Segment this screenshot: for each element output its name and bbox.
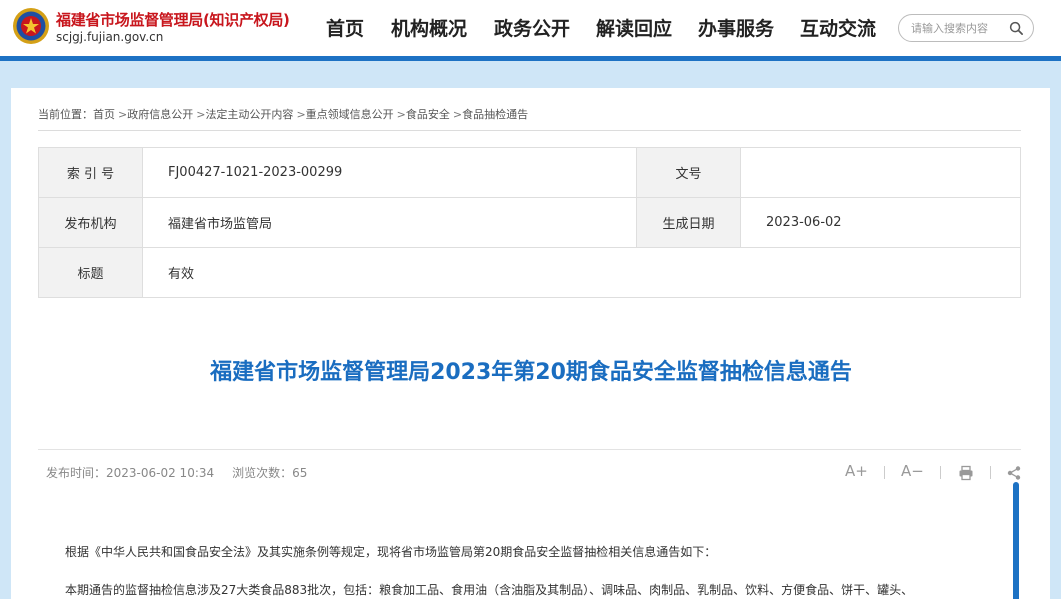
article-title: 福建省市场监督管理局2023年第20期食品安全监督抽检信息通告 (210, 360, 852, 385)
breadcrumb-key-areas[interactable]: 重点领域信息公开 (306, 108, 394, 121)
nav-item-interaction[interactable]: 互动交流 (800, 14, 876, 41)
doc-number-label: 文号 (636, 147, 741, 198)
nav-item-gov-affairs[interactable]: 政务公开 (494, 14, 570, 41)
publisher-label: 发布机构 (38, 197, 143, 248)
breadcrumb-statutory[interactable]: 法定主动公开内容 (205, 108, 293, 121)
site-domain: scjgj.fujian.gov.cn (56, 30, 164, 44)
breadcrumb-prefix: 当前位置： (38, 108, 93, 121)
article-paragraph: 本期通告的监督抽检信息涉及27大类食品883批次，包括：粮食加工品、食用油（含油… (65, 583, 914, 597)
publish-time: 发布时间：2023-06-02 10:34 (46, 466, 215, 480)
breadcrumb-separator: > (296, 108, 306, 121)
tool-divider (940, 466, 941, 479)
date-value: 2023-06-02 (740, 197, 1021, 248)
nav-item-interpretation[interactable]: 解读回应 (596, 14, 672, 41)
font-smaller-button[interactable]: A− (901, 462, 924, 480)
print-icon[interactable] (958, 465, 974, 481)
tool-divider (990, 466, 991, 479)
search-input[interactable] (911, 20, 1007, 36)
publisher-value: 福建省市场监管局 (142, 197, 637, 248)
breadcrumb-separator: > (452, 108, 463, 121)
share-icon[interactable] (1006, 465, 1022, 481)
title-divider (38, 449, 1021, 450)
doc-number-value (740, 147, 1021, 198)
tool-divider (884, 466, 885, 479)
table-row: 索 引 号 FJ00427-1021-2023-00299 文号 (38, 147, 1021, 198)
article-paragraph: 根据《中华人民共和国食品安全法》及其实施条例等规定，现将省市场监管局第20期食品… (65, 545, 717, 559)
scrollbar-thumb[interactable] (1013, 482, 1019, 599)
search-box (898, 14, 1034, 42)
breadcrumb-separator: > (118, 108, 128, 121)
title-value: 有效 (142, 247, 1021, 298)
breadcrumb-gov-info[interactable]: 政府信息公开 (127, 108, 193, 121)
breadcrumb-separator: > (396, 108, 406, 121)
breadcrumb: 当前位置：首页 >政府信息公开 >法定主动公开内容 >重点领域信息公开 >食品安全 >食品… (38, 106, 528, 122)
article-meta: 发布时间：2023-06-02 10:34 浏览次数：65 (46, 464, 307, 481)
table-row: 标题 有效 (38, 247, 1021, 298)
search-icon[interactable] (1009, 21, 1024, 36)
police-emblem-icon[interactable] (12, 7, 50, 45)
index-label: 索 引 号 (38, 147, 143, 198)
breadcrumb-divider (38, 130, 1021, 131)
table-row: 发布机构 福建省市场监管局 生成日期 2023-06-02 (38, 197, 1021, 248)
nav-item-home[interactable]: 首页 (326, 14, 364, 41)
nav-item-services[interactable]: 办事服务 (698, 14, 774, 41)
breadcrumb-food-safety[interactable]: 食品安全 (406, 108, 450, 121)
breadcrumb-home[interactable]: 首页 (93, 108, 115, 121)
date-label: 生成日期 (636, 197, 741, 248)
site-name[interactable]: 福建省市场监督管理局(知识产权局) (56, 9, 290, 30)
breadcrumb-food-sampling[interactable]: 食品抽检通告 (462, 108, 528, 121)
title-label: 标题 (38, 247, 143, 298)
info-table: 索 引 号 FJ00427-1021-2023-00299 文号 发布机构 福建… (38, 147, 1021, 298)
site-header: 福建省市场监督管理局(知识产权局) scjgj.fujian.gov.cn 首页… (0, 0, 1061, 56)
index-value: FJ00427-1021-2023-00299 (142, 147, 637, 198)
nav-item-about[interactable]: 机构概况 (391, 14, 467, 41)
header-accent-line (0, 56, 1061, 61)
view-count: 浏览次数：65 (232, 466, 308, 480)
font-larger-button[interactable]: A+ (845, 462, 868, 480)
content-panel: 当前位置：首页 >政府信息公开 >法定主动公开内容 >重点领域信息公开 >食品安全 >食品… (11, 88, 1050, 599)
